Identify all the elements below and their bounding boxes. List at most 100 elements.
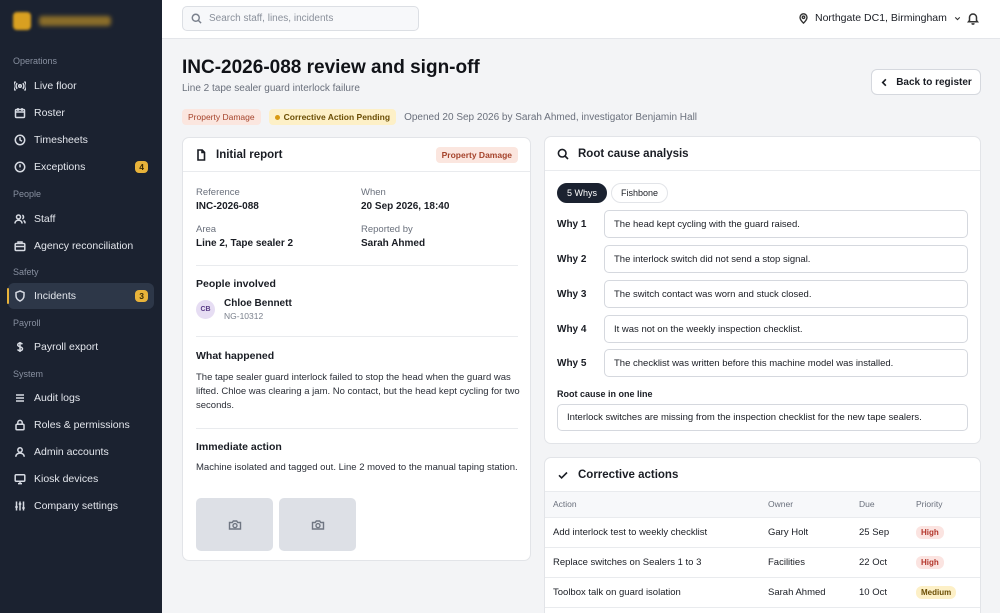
nav-section-people: People bbox=[13, 189, 42, 199]
chevron-down-icon bbox=[954, 16, 961, 20]
initial-report-card: Initial report Property Damage Reference… bbox=[182, 137, 531, 561]
why-5-field[interactable]: The checklist was written before this ma… bbox=[604, 349, 968, 377]
chevron-left-icon bbox=[881, 78, 887, 86]
column-header-action[interactable]: Action bbox=[545, 492, 760, 518]
divider bbox=[196, 265, 518, 266]
divider bbox=[196, 428, 518, 429]
area-value: Line 2, Tape sealer 2 bbox=[196, 238, 294, 249]
rca-title: Root cause analysis bbox=[578, 147, 689, 160]
why-2-field[interactable]: The interlock switch did not send a stop… bbox=[604, 245, 968, 273]
nav-section-operations: Operations bbox=[13, 56, 58, 66]
opened-text: Opened 20 Sep 2026 by Sarah Ahmed, inves… bbox=[404, 111, 698, 123]
sidebar-item-label: Roster bbox=[34, 107, 65, 119]
search-box[interactable] bbox=[182, 6, 419, 31]
why-label: Why 2 bbox=[557, 253, 587, 265]
column-header-owner[interactable]: Owner bbox=[760, 492, 851, 518]
sidebar: Operations Live floor Roster Timesheets … bbox=[0, 0, 162, 613]
reported-by-field: Reported by Sarah Ahmed bbox=[361, 224, 425, 249]
location-selector[interactable]: Northgate DC1, Birmingham bbox=[798, 12, 962, 24]
sidebar-item-kiosk-devices[interactable]: Kiosk devices bbox=[8, 466, 154, 492]
camera-icon bbox=[311, 519, 324, 530]
why-label: Why 1 bbox=[557, 218, 587, 230]
table-row[interactable]: Add interlock test to weekly checklist G… bbox=[545, 517, 980, 548]
back-to-register-button[interactable]: Back to register bbox=[871, 69, 981, 95]
table-row[interactable]: Replace switches on Sealers 1 to 3 Facil… bbox=[545, 547, 980, 578]
map-pin-icon bbox=[799, 12, 808, 24]
sidebar-item-roles-permissions[interactable]: Roles & permissions bbox=[8, 412, 154, 438]
sidebar-item-exceptions[interactable]: Exceptions 4 bbox=[8, 154, 154, 180]
sidebar-item-company-settings[interactable]: Company settings bbox=[8, 493, 154, 519]
brand-name bbox=[39, 16, 111, 26]
sidebar-item-admin-accounts[interactable]: Admin accounts bbox=[8, 439, 154, 465]
sidebar-item-payroll-export[interactable]: Payroll export bbox=[8, 334, 154, 360]
owner-cell: Sarah Ahmed bbox=[760, 577, 851, 608]
why-label: Why 5 bbox=[557, 357, 587, 369]
sliders-icon bbox=[14, 500, 26, 512]
why-row: Why 2 The interlock switch did not send … bbox=[557, 245, 969, 273]
why-label: Why 3 bbox=[557, 288, 587, 300]
sidebar-item-label: Exceptions bbox=[34, 161, 86, 173]
shield-icon bbox=[14, 290, 26, 302]
check-icon bbox=[558, 471, 568, 479]
status-badge-label: Corrective Action Pending bbox=[283, 112, 391, 122]
initial-report-header: Initial report Property Damage bbox=[183, 138, 530, 172]
sidebar-item-staff[interactable]: Staff bbox=[8, 206, 154, 232]
document-icon bbox=[197, 148, 206, 161]
reported-by-label: Reported by bbox=[361, 224, 413, 235]
why-row: Why 1 The head kept cycling with the gua… bbox=[557, 210, 969, 238]
tab-5-whys[interactable]: 5 Whys bbox=[557, 183, 608, 203]
priority-cell: High bbox=[908, 517, 980, 548]
lock-icon bbox=[14, 419, 26, 431]
rca-method-toggle: 5 Whys Fishbone bbox=[557, 183, 669, 203]
why-row: Why 4 It was not on the weekly inspectio… bbox=[557, 315, 969, 343]
sidebar-item-label: Live floor bbox=[34, 80, 77, 92]
due-cell: 10 Oct bbox=[851, 577, 908, 608]
immediate-action-title: Immediate action bbox=[196, 441, 282, 453]
priority-badge: Medium bbox=[916, 585, 957, 599]
column-header-priority[interactable]: Priority bbox=[908, 492, 980, 518]
photo-thumbnail[interactable] bbox=[196, 498, 273, 551]
brand[interactable] bbox=[0, 0, 162, 42]
notifications-bell[interactable] bbox=[966, 11, 980, 25]
sidebar-item-live-floor[interactable]: Live floor bbox=[8, 73, 154, 99]
sidebar-item-agency-reconciliation[interactable]: Agency reconciliation bbox=[8, 233, 154, 259]
due-cell: 25 Sep bbox=[851, 517, 908, 548]
page-title: INC-2026-088 review and sign-off bbox=[182, 57, 480, 78]
root-cause-field[interactable]: Interlock switches are missing from the … bbox=[557, 404, 968, 431]
reference-value: INC-2026-088 bbox=[196, 201, 259, 212]
sidebar-item-timesheets[interactable]: Timesheets bbox=[8, 127, 154, 153]
why-4-field[interactable]: It was not on the weekly inspection chec… bbox=[604, 315, 968, 343]
users-icon bbox=[14, 213, 26, 225]
owner-cell: Facilities bbox=[760, 547, 851, 578]
sidebar-item-label: Admin accounts bbox=[34, 446, 109, 458]
reported-by-value: Sarah Ahmed bbox=[361, 238, 426, 249]
bell-icon bbox=[966, 13, 980, 25]
root-cause-label: Root cause in one line bbox=[557, 389, 653, 399]
sidebar-item-label: Company settings bbox=[34, 500, 119, 512]
sidebar-item-label: Agency reconciliation bbox=[34, 240, 134, 252]
sidebar-item-roster[interactable]: Roster bbox=[8, 100, 154, 126]
area-field: Area Line 2, Tape sealer 2 bbox=[196, 224, 293, 249]
column-header-due[interactable]: Due bbox=[851, 492, 908, 518]
person-id: NG-10312 bbox=[224, 311, 264, 321]
table-row[interactable]: Toolbox talk on guard isolation Sarah Ah… bbox=[545, 577, 980, 608]
sidebar-item-incidents[interactable]: Incidents 3 bbox=[7, 283, 154, 309]
action-cell: Add interlock test to weekly checklist bbox=[545, 517, 760, 548]
sidebar-item-audit-logs[interactable]: Audit logs bbox=[8, 385, 154, 411]
photo-thumbnail[interactable] bbox=[279, 498, 356, 551]
tab-fishbone[interactable]: Fishbone bbox=[611, 183, 669, 203]
corrective-actions-title: Corrective actions bbox=[578, 468, 679, 481]
why-3-field[interactable]: The switch contact was worn and stuck cl… bbox=[604, 280, 968, 308]
back-button-label: Back to register bbox=[896, 76, 972, 88]
when-field: When 20 Sep 2026, 18:40 bbox=[361, 187, 449, 212]
divider bbox=[196, 336, 518, 337]
page-subtitle: Line 2 tape sealer guard interlock failu… bbox=[182, 83, 360, 94]
corrective-actions-card: Corrective actions Action Owner Due Prio… bbox=[544, 457, 981, 613]
initial-report-title: Initial report bbox=[216, 148, 283, 161]
why-1-field[interactable]: The head kept cycling with the guard rai… bbox=[604, 210, 968, 238]
priority-badge: High bbox=[916, 555, 944, 569]
search-input[interactable] bbox=[209, 13, 409, 24]
person-name: Chloe Bennett bbox=[224, 298, 292, 309]
sidebar-item-label: Payroll export bbox=[34, 341, 99, 353]
person-involved[interactable]: CB Chloe Bennett NG-10312 bbox=[196, 298, 292, 321]
